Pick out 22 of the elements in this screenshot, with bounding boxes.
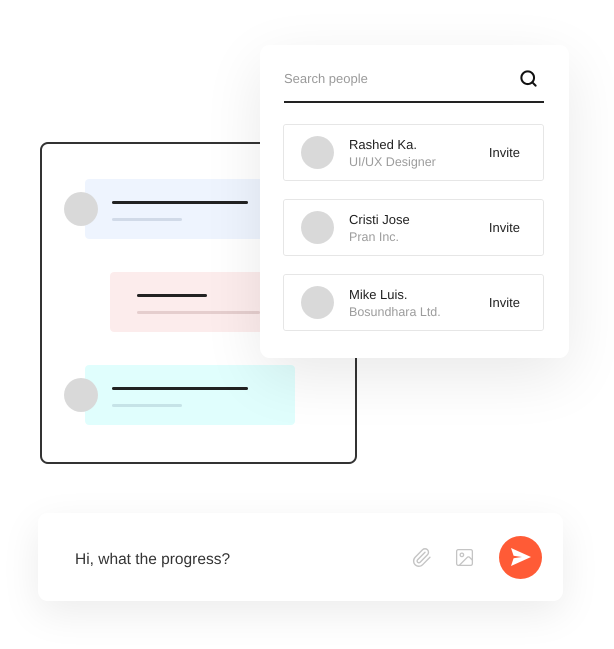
paper-plane-icon — [510, 547, 530, 567]
invite-button[interactable]: Invite — [488, 295, 520, 310]
invite-button[interactable]: Invite — [488, 220, 520, 235]
person-name: Rashed Ka. — [349, 136, 417, 152]
avatar-icon — [301, 211, 334, 244]
image-icon[interactable] — [454, 546, 475, 568]
person-role: Pran Inc. — [349, 230, 400, 244]
person-role: UI/UX Designer — [349, 154, 436, 168]
avatar-icon — [301, 136, 334, 169]
avatar-icon — [301, 286, 334, 319]
search-field[interactable]: Search people — [284, 59, 544, 103]
placeholder-line — [137, 294, 207, 297]
paperclip-icon[interactable] — [411, 546, 432, 568]
message-input[interactable]: Hi, what the progress? — [75, 551, 395, 569]
avatar-icon — [64, 378, 98, 412]
person-name: Mike Luis. — [349, 286, 408, 302]
search-icon[interactable] — [519, 69, 538, 88]
invite-button[interactable]: Invite — [488, 145, 520, 160]
person-name: Cristi Jose — [349, 212, 410, 226]
send-button[interactable] — [499, 536, 542, 578]
person-role: Bosundhara Ltd. — [349, 304, 441, 318]
avatar-icon — [64, 192, 98, 226]
